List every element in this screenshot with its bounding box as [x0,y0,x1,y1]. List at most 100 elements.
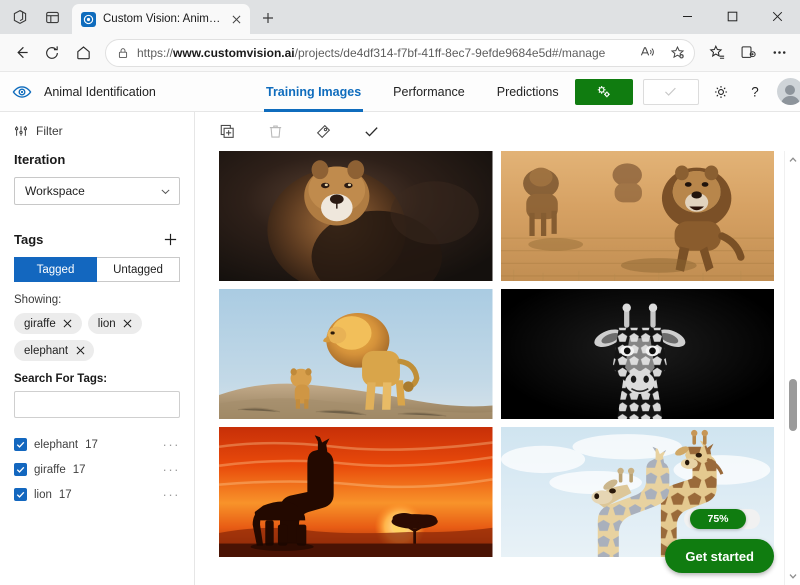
training-image-thumbnail[interactable] [219,151,493,281]
close-icon[interactable] [228,11,244,27]
browser-window: Custom Vision: Animal Identification [0,0,800,585]
tags-header: Tags [14,229,180,249]
tab-actions-icon[interactable] [36,3,68,31]
read-aloud-icon[interactable] [636,42,658,64]
tag-list-item[interactable]: lion 17 ··· [14,482,180,507]
page-title: Animal Identification [44,84,156,99]
toggle-untagged[interactable]: Untagged [97,257,180,282]
close-icon[interactable] [62,318,74,330]
scroll-down-icon[interactable] [785,567,800,585]
training-image-thumbnail[interactable] [500,289,774,419]
lions-running-savanna-image [500,151,774,281]
new-tab-button[interactable] [255,5,281,31]
train-button[interactable] [574,78,633,105]
refresh-icon[interactable] [37,38,67,68]
scrollbar-track[interactable] [785,169,800,567]
address-bar[interactable]: https://www.customvision.ai/projects/de4… [105,38,695,67]
iteration-title: Iteration [14,152,66,167]
tag-chip[interactable]: giraffe [14,313,82,334]
app-header-actions: ? [574,78,800,105]
close-icon[interactable] [74,345,86,357]
tags-title: Tags [14,231,44,247]
gear-icon[interactable] [709,80,733,104]
add-tag-button[interactable] [160,229,180,249]
chevron-down-icon [160,186,171,197]
sidebar: Filter Iteration Workspace Tags Tagged U… [0,112,195,585]
tag-list-name: elephant [34,438,79,451]
url-text: https://www.customvision.ai/projects/de4… [137,45,606,60]
filter-label: Filter [36,124,63,138]
tag-chip-label: giraffe [24,317,56,330]
app-body: Filter Iteration Workspace Tags Tagged U… [0,112,800,585]
app-brand[interactable]: Animal Identification [0,82,250,102]
avatar[interactable] [776,78,800,105]
more-settings-icon[interactable] [764,38,794,68]
select-all-button[interactable] [347,115,395,149]
tag-list-item[interactable]: elephant 17 ··· [14,432,180,457]
back-arrow-icon[interactable] [6,38,36,68]
add-images-button[interactable] [203,115,251,149]
avatar-body [780,96,800,105]
delete-images-button[interactable] [251,115,299,149]
filter-control[interactable]: Filter [14,124,180,138]
maximize-icon[interactable] [710,0,755,32]
tag-checkbox[interactable] [14,438,27,451]
training-image-thumbnail[interactable] [219,289,493,419]
tag-list-count: 17 [85,438,98,451]
tag-checkbox[interactable] [14,488,27,501]
collections-icon[interactable] [733,38,763,68]
tagged-untagged-toggle: Tagged Untagged [14,257,180,282]
browser-tab[interactable]: Custom Vision: Animal Identification [72,4,250,34]
tag-menu-button[interactable]: ··· [163,437,181,452]
grid-scrollbar[interactable] [784,151,800,585]
scroll-up-icon[interactable] [785,151,800,169]
eye-logo-icon [12,82,32,102]
tag-checkbox[interactable] [14,463,27,476]
close-icon[interactable] [755,0,800,32]
images-toolbar [195,112,800,151]
showing-label: Showing: [14,294,62,306]
tag-list-count: 17 [72,463,86,476]
training-image-thumbnail[interactable] [500,151,774,281]
quick-test-button[interactable] [642,78,699,105]
custom-vision-favicon [81,11,96,27]
browser-tab-strip: Custom Vision: Animal Identification [0,0,800,34]
get-started-button[interactable]: Get started [665,539,774,573]
progress-badge: 75% [690,509,746,529]
close-icon[interactable] [122,318,134,330]
scrollbar-thumb[interactable] [788,379,797,431]
workspaces-icon[interactable] [4,3,36,31]
tag-menu-button[interactable]: ··· [163,462,181,477]
tag-list-item[interactable]: giraffe 17 ··· [14,457,180,482]
tag-list-name: lion [34,488,52,501]
svg-text:?: ? [751,84,759,99]
training-images-grid [205,151,774,557]
browser-navigation-bar: https://www.customvision.ai/projects/de4… [0,34,800,72]
tab-predictions[interactable]: Predictions [481,72,575,112]
minimize-icon[interactable] [665,0,710,32]
search-tags-label: Search For Tags: [14,373,108,385]
lion-and-cub-on-rock-image [219,289,493,419]
gears-icon [595,83,613,101]
tag-chip-label: elephant [24,344,69,357]
training-image-thumbnail[interactable] [500,427,774,557]
favorites-icon[interactable] [702,38,732,68]
tag-menu-button[interactable]: ··· [163,487,181,502]
tag-list-name: giraffe [34,463,66,476]
toggle-tagged[interactable]: Tagged [14,257,97,282]
two-giraffes-blue-sky-image [500,427,774,557]
search-tags-input[interactable] [14,391,180,418]
filter-icon [14,124,28,138]
window-controls [665,0,800,32]
home-icon[interactable] [68,38,98,68]
tag-chip-label: lion [97,317,116,330]
add-favorite-icon[interactable] [666,42,688,64]
tag-images-button[interactable] [299,115,347,149]
question-mark-icon[interactable]: ? [743,80,767,104]
training-image-thumbnail[interactable] [219,427,493,557]
iteration-select[interactable]: Workspace [14,177,180,205]
tag-chip[interactable]: lion [87,313,142,334]
tab-training-images[interactable]: Training Images [250,72,377,112]
tag-chip[interactable]: elephant [14,340,95,361]
tab-performance[interactable]: Performance [377,72,481,112]
